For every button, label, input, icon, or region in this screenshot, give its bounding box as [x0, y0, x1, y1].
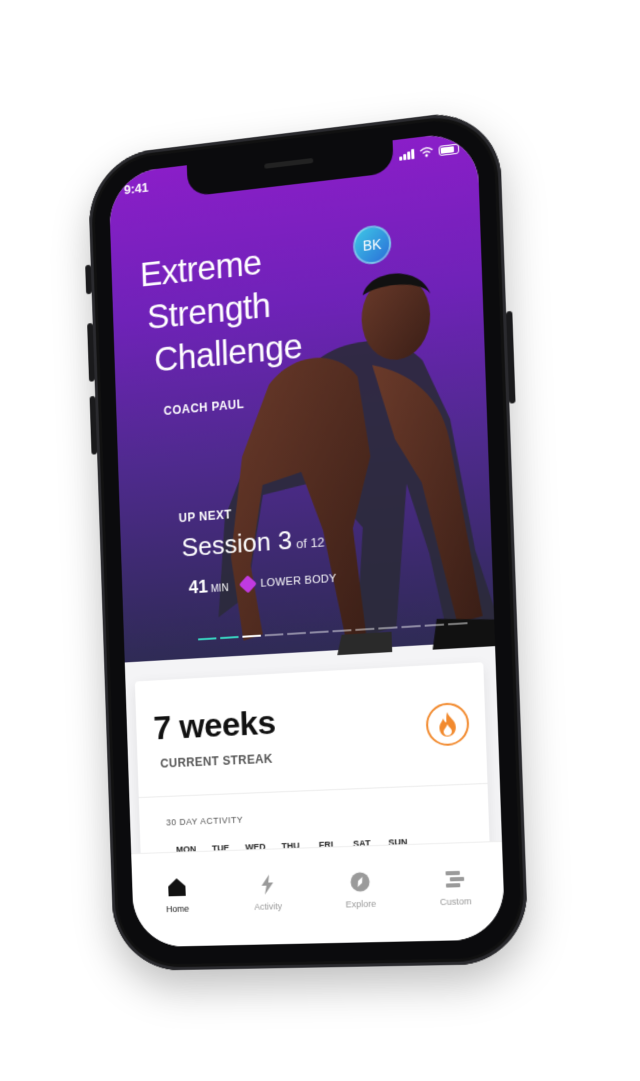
- phone-screen: 9:41 Extreme Strength Challenge COACH PA…: [108, 130, 506, 948]
- battery-icon: [438, 142, 460, 156]
- earpiece-speaker: [264, 157, 314, 169]
- status-time: 9:41: [123, 179, 149, 198]
- flame-icon: [425, 701, 470, 747]
- tab-activity[interactable]: Activity: [233, 873, 303, 913]
- bolt-icon: [261, 874, 274, 895]
- duration: 41 MIN: [188, 575, 228, 598]
- tab-label: Activity: [254, 901, 283, 912]
- session-name: Session 3: [181, 524, 293, 563]
- streak-label: CURRENT STREAK: [160, 751, 274, 771]
- tab-label: Custom: [439, 896, 472, 908]
- tab-home[interactable]: Home: [143, 875, 211, 914]
- focus-label: LOWER BODY: [260, 572, 337, 590]
- card-divider: [138, 782, 488, 799]
- tab-label: Explore: [345, 898, 377, 910]
- phone-frame: 9:41 Extreme Strength Challenge COACH PA…: [85, 106, 530, 972]
- hero-section[interactable]: 9:41 Extreme Strength Challenge COACH PA…: [108, 130, 506, 663]
- wifi-icon: [419, 146, 434, 158]
- notch: [186, 140, 394, 197]
- focus-tag: LOWER BODY: [239, 572, 337, 594]
- volume-down-button: [89, 395, 98, 455]
- mockup-stage: 9:41 Extreme Strength Challenge COACH PA…: [0, 0, 640, 1081]
- volume-up-button: [87, 322, 95, 382]
- signal-icon: [399, 148, 415, 161]
- power-button: [506, 310, 516, 404]
- home-icon: [168, 878, 186, 897]
- program-title: Extreme Strength Challenge: [139, 229, 377, 384]
- duration-unit: MIN: [210, 583, 229, 596]
- status-icons: [399, 142, 460, 161]
- tab-explore[interactable]: Explore: [325, 870, 396, 910]
- compass-icon: [350, 872, 370, 892]
- streak-weeks: 7 weeks: [152, 703, 277, 748]
- body-focus-icon: [239, 575, 258, 594]
- list-icon: [445, 870, 465, 888]
- session-count: of 12: [295, 534, 325, 552]
- tab-label: Home: [166, 903, 190, 915]
- tab-bar: Home Activity Explore Custom: [131, 840, 506, 948]
- activity-label: 30 DAY ACTIVITY: [165, 814, 244, 828]
- tab-custom[interactable]: Custom: [419, 867, 492, 908]
- duration-value: 41: [188, 576, 209, 598]
- mute-switch: [85, 264, 92, 295]
